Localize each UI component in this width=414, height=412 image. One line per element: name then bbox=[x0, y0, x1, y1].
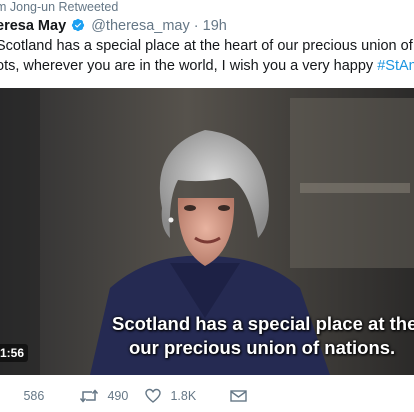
retweet-button[interactable]: 490 bbox=[80, 384, 128, 408]
video-player[interactable]: Scotland has a special place at the hear… bbox=[0, 88, 414, 375]
reply-button[interactable]: 586 bbox=[0, 384, 44, 408]
direct-message-button[interactable] bbox=[230, 384, 253, 408]
retweet-icon bbox=[80, 389, 98, 403]
retweet-context[interactable]: m Jong-un Retweeted bbox=[0, 0, 118, 14]
hashtag-link[interactable]: #StAndre bbox=[377, 58, 414, 74]
video-duration-badge: 1:56 bbox=[0, 344, 29, 362]
author-name[interactable]: eresa May bbox=[0, 18, 66, 34]
header-separator: · bbox=[193, 18, 199, 34]
tweet-header: eresa May @theresa_may · 19h bbox=[0, 16, 227, 36]
video-caption-line-1: Scotland has a special place at the hear… bbox=[112, 313, 414, 334]
tweet-text-line-2-body: ots, wherever you are in the world, I wi… bbox=[0, 58, 378, 74]
author-handle[interactable]: @theresa_may bbox=[91, 18, 190, 34]
tweet[interactable]: m Jong-un Retweeted eresa May @theresa_m… bbox=[0, 0, 414, 412]
like-count: 1.8K bbox=[170, 389, 197, 403]
tweet-actions: 586 490 1.8K bbox=[0, 384, 414, 408]
video-caption-line-2: our precious union of nations. bbox=[129, 337, 396, 358]
like-button[interactable]: 1.8K bbox=[145, 384, 196, 408]
envelope-icon bbox=[230, 390, 247, 402]
reply-count: 586 bbox=[23, 389, 45, 403]
video-caption: Scotland has a special place at the hear… bbox=[0, 312, 414, 360]
retweet-context-label: m Jong-un Retweeted bbox=[0, 0, 119, 14]
retweet-count: 490 bbox=[107, 389, 129, 403]
tweet-text: Scotland has a special place at the hear… bbox=[0, 36, 414, 76]
tweet-timestamp[interactable]: 19h bbox=[203, 18, 227, 34]
tweet-text-line-2: ots, wherever you are in the world, I wi… bbox=[0, 56, 414, 76]
tweet-text-line-1: Scotland has a special place at the hear… bbox=[0, 38, 414, 54]
verified-badge-icon bbox=[72, 18, 85, 32]
heart-icon bbox=[145, 388, 161, 403]
